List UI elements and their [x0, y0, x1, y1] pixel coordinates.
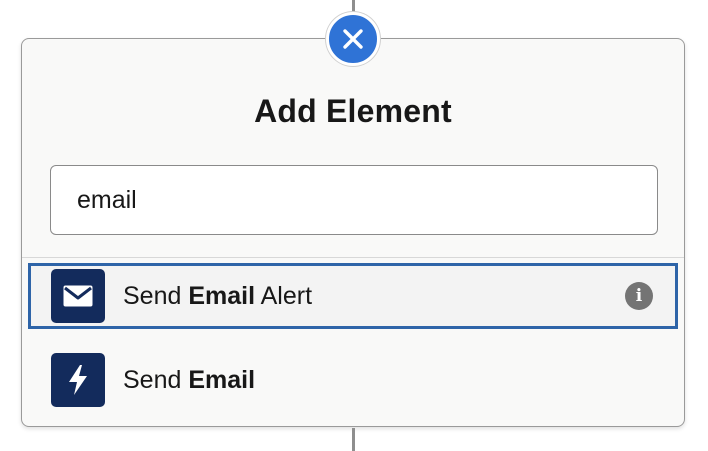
lightning-bolt-icon [51, 353, 105, 407]
close-icon [343, 29, 363, 49]
info-glyph: i [635, 286, 643, 306]
info-icon[interactable]: i [625, 282, 653, 310]
flow-canvas: Add Element Send Email Alert i [0, 0, 708, 451]
label-prefix: Send [123, 281, 189, 310]
label-match: Email [188, 281, 256, 310]
result-send-email-alert[interactable]: Send Email Alert i [28, 263, 678, 329]
panel-divider [22, 257, 684, 258]
element-search-input[interactable] [50, 165, 658, 235]
label-match: Email [188, 365, 256, 394]
add-element-panel: Add Element Send Email Alert i [21, 38, 685, 427]
label-suffix: Alert [255, 281, 313, 310]
label-prefix: Send [123, 365, 189, 394]
close-panel-button[interactable] [326, 12, 380, 66]
result-send-email[interactable]: Send Email [28, 347, 678, 413]
panel-title: Add Element [254, 93, 452, 129]
envelope-icon [51, 269, 105, 323]
flow-connector-bottom [352, 428, 355, 451]
result-label: Send Email [123, 366, 255, 395]
result-label: Send Email Alert [123, 282, 312, 311]
